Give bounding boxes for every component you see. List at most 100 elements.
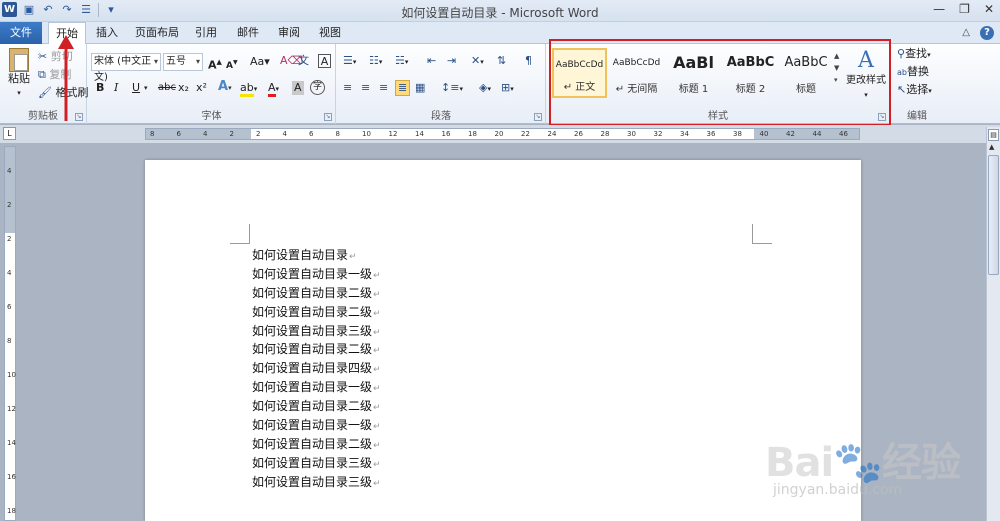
paragraph-text: 如何设置自动目录二级 bbox=[252, 399, 373, 414]
document-paragraph[interactable]: 如何设置自动目录二级↵ bbox=[252, 435, 381, 454]
paragraph-launcher-icon[interactable]: ↘ bbox=[534, 113, 542, 121]
justify-button[interactable]: ≣ bbox=[395, 80, 411, 96]
ruler-tick-label: 14 bbox=[415, 130, 424, 138]
enclose-char-button[interactable]: 字 bbox=[310, 80, 325, 95]
font-color-icon: A bbox=[268, 81, 276, 97]
font-color-button[interactable]: A▾ bbox=[268, 81, 279, 97]
strikethrough-button[interactable]: abc bbox=[158, 81, 176, 95]
paragraph-text: 如何设置自动目录一级 bbox=[252, 266, 373, 281]
superscript-button[interactable]: x² bbox=[196, 81, 207, 95]
minimize-button[interactable]: — bbox=[933, 2, 945, 16]
bullets-button[interactable]: ☰▾ bbox=[343, 54, 356, 69]
char-shading-button[interactable]: A bbox=[292, 81, 304, 95]
replace-icon: ab bbox=[897, 68, 907, 77]
tab-page-layout[interactable]: 页面布局 bbox=[134, 22, 180, 44]
align-right-button[interactable]: ≡ bbox=[379, 81, 388, 95]
align-center-button[interactable]: ≡ bbox=[361, 81, 370, 95]
restore-button[interactable]: ❐ bbox=[959, 2, 970, 16]
vruler-tick-label: 2 bbox=[7, 235, 12, 243]
align-left-button[interactable]: ≡ bbox=[343, 81, 352, 95]
document-paragraph[interactable]: 如何设置自动目录二级↵ bbox=[252, 284, 381, 303]
close-button[interactable]: ✕ bbox=[984, 2, 994, 16]
show-marks-button[interactable]: ¶ bbox=[525, 54, 532, 68]
scroll-thumb[interactable] bbox=[988, 155, 999, 275]
font-size-dropdown[interactable]: 五号 ▾ bbox=[163, 53, 203, 71]
paragraph-text: 如何设置自动目录三级 bbox=[252, 474, 373, 489]
char-border-button[interactable]: A bbox=[318, 54, 331, 68]
select-button[interactable]: ↖选择▾ bbox=[897, 83, 932, 98]
document-paragraph[interactable]: 如何设置自动目录二级↵ bbox=[252, 397, 381, 416]
underline-dropdown-icon[interactable]: ▾ bbox=[144, 81, 148, 95]
tab-insert[interactable]: 插入 bbox=[94, 22, 120, 44]
view-ruler-icon[interactable]: ▤ bbox=[988, 129, 999, 141]
sort-button[interactable]: ⇅ bbox=[497, 54, 506, 68]
change-case-button[interactable]: Aa▾ bbox=[250, 55, 270, 69]
select-label: 选择 bbox=[906, 83, 929, 96]
ruler-tick-label: 40 bbox=[759, 130, 769, 138]
document-body[interactable]: 如何设置自动目录↵ 如何设置自动目录一级↵ 如何设置自动目录二级↵ 如何设置自动目录二… bbox=[252, 246, 381, 492]
text-effect-button[interactable]: A▾ bbox=[218, 80, 232, 95]
select-arrow-icon: ↖ bbox=[897, 83, 907, 96]
document-paragraph[interactable]: 如何设置自动目录二级↵ bbox=[252, 340, 381, 359]
line-spacing-button[interactable]: ↕≡▾ bbox=[441, 81, 463, 96]
document-paragraph[interactable]: 如何设置自动目录三级↵ bbox=[252, 454, 381, 473]
replace-button[interactable]: ab替换 bbox=[897, 65, 929, 80]
distributed-button[interactable]: ▦ bbox=[415, 81, 425, 95]
horizontal-ruler[interactable]: 8 6 4 2 2 4 6 8 10 12 14 16 18 20 22 24 26 28 30 32 34 36 38 40… bbox=[145, 128, 860, 140]
font-group: 宋体 (中文正文) ▾ 五号 ▾ A▲ A▼ Aa▾ A⌫ 文 A B I U ▾ … bbox=[88, 44, 336, 124]
vertical-ruler[interactable]: 4 2 2 4 6 8 10 12 14 16 18 bbox=[4, 146, 16, 521]
shrink-font-button[interactable]: A▼ bbox=[226, 56, 238, 73]
document-paragraph[interactable]: 如何设置自动目录四级↵ bbox=[252, 359, 381, 378]
document-paragraph[interactable]: 如何设置自动目录一级↵ bbox=[252, 416, 381, 435]
font-launcher-icon[interactable]: ↘ bbox=[324, 113, 332, 121]
shading-button[interactable]: ◈▾ bbox=[479, 81, 491, 96]
phonetic-icon: 文 bbox=[298, 54, 309, 67]
ruler-tick-label: 44 bbox=[812, 130, 822, 138]
tab-file[interactable]: 文件 bbox=[0, 22, 42, 44]
chinese-layout-button[interactable]: ✕▾ bbox=[471, 54, 484, 69]
tab-review[interactable]: 审阅 bbox=[276, 22, 302, 44]
document-paragraph[interactable]: 如何设置自动目录二级↵ bbox=[252, 303, 381, 322]
increase-indent-button[interactable]: ⇥ bbox=[447, 54, 456, 68]
document-page[interactable]: 如何设置自动目录↵ 如何设置自动目录一级↵ 如何设置自动目录二级↵ 如何设置自动目录二… bbox=[145, 160, 861, 521]
find-button[interactable]: ⚲查找▾ bbox=[897, 47, 931, 62]
tab-mailings[interactable]: 邮件 bbox=[235, 22, 261, 44]
bold-button[interactable]: B bbox=[96, 81, 104, 95]
vruler-tick-label: 12 bbox=[7, 405, 16, 413]
borders-button[interactable]: ⊞▾ bbox=[501, 81, 514, 96]
tab-view[interactable]: 视图 bbox=[317, 22, 343, 44]
underline-button[interactable]: U bbox=[132, 81, 140, 95]
vruler-tick-label: 2 bbox=[7, 201, 12, 209]
italic-button[interactable]: I bbox=[114, 81, 118, 95]
clear-format-icon: A bbox=[280, 54, 288, 67]
highlight-button[interactable]: ab▾ bbox=[240, 81, 257, 97]
vruler-tick-label: 14 bbox=[7, 439, 16, 447]
document-paragraph[interactable]: 如何设置自动目录一级↵ bbox=[252, 265, 381, 284]
multilevel-list-button[interactable]: ☵▾ bbox=[395, 54, 408, 69]
vertical-scrollbar[interactable]: ▤ ▲ bbox=[986, 127, 1000, 521]
grow-font-button[interactable]: A▲ bbox=[208, 55, 222, 73]
tab-selector-icon[interactable]: L bbox=[3, 127, 16, 140]
phonetic-guide-button[interactable]: 文 bbox=[298, 54, 309, 68]
chinese-layout-icon: ✕ bbox=[471, 54, 481, 67]
scroll-up-icon[interactable]: ▲ bbox=[989, 143, 994, 151]
ruler-tick-label: 10 bbox=[362, 130, 371, 138]
help-icon[interactable]: ? bbox=[980, 26, 994, 40]
bullet-list-icon: ☰ bbox=[343, 54, 353, 67]
paragraph-mark-icon: ↵ bbox=[373, 478, 381, 489]
numbering-button[interactable]: ☷▾ bbox=[369, 54, 382, 69]
margin-corner-top-left bbox=[230, 224, 250, 244]
document-paragraph[interactable]: 如何设置自动目录三级↵ bbox=[252, 473, 381, 492]
vruler-tick-label: 10 bbox=[7, 371, 16, 379]
subscript-button[interactable]: x₂ bbox=[178, 81, 189, 95]
collapse-ribbon-icon[interactable]: △ bbox=[962, 26, 970, 40]
paragraph-mark-icon: ↵ bbox=[373, 422, 381, 433]
document-paragraph[interactable]: 如何设置自动目录一级↵ bbox=[252, 378, 381, 397]
document-paragraph[interactable]: 如何设置自动目录↵ bbox=[252, 246, 381, 265]
font-name-dropdown[interactable]: 宋体 (中文正文) ▾ bbox=[91, 53, 161, 83]
ruler-tick-label: 24 bbox=[547, 130, 557, 138]
tab-references[interactable]: 引用 bbox=[193, 22, 219, 44]
paste-button[interactable]: 粘贴 ▾ bbox=[6, 48, 32, 100]
decrease-indent-button[interactable]: ⇤ bbox=[427, 54, 436, 68]
document-paragraph[interactable]: 如何设置自动目录三级↵ bbox=[252, 322, 381, 341]
